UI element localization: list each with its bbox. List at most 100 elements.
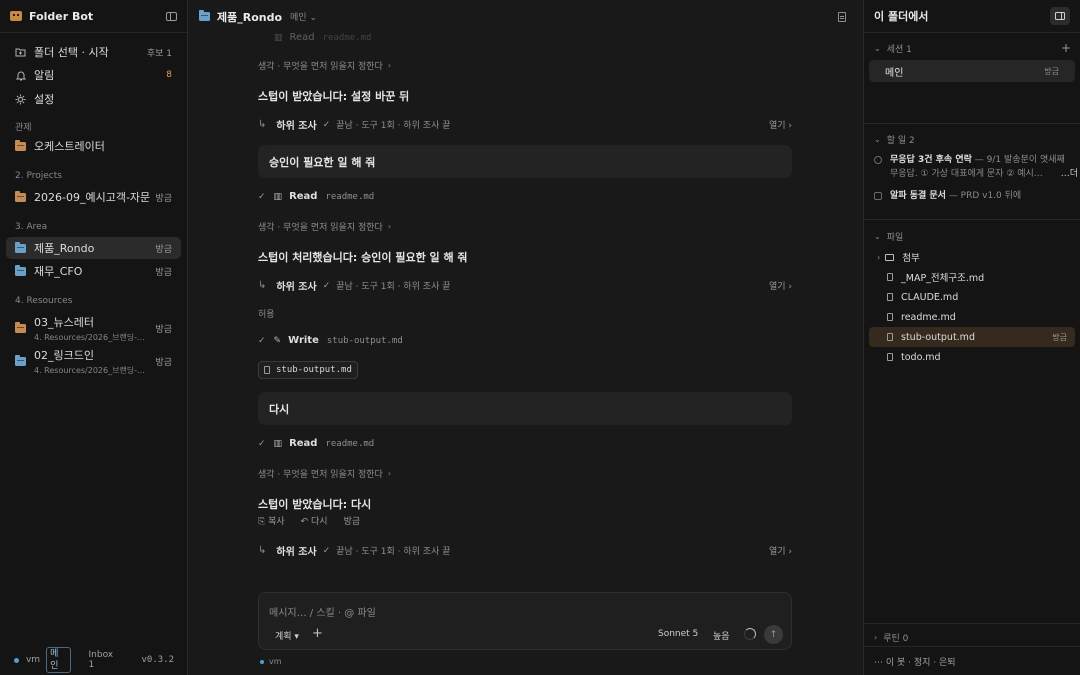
pencil-icon: ✎ bbox=[273, 335, 282, 346]
todo-more-link[interactable]: …더 bbox=[1058, 167, 1078, 181]
file-row[interactable]: todo.md bbox=[869, 347, 1075, 367]
section-resources: 4. Resources bbox=[15, 296, 73, 306]
file-row[interactable]: CLAUDE.md bbox=[869, 287, 1075, 307]
send-button[interactable]: ↑ bbox=[764, 625, 783, 644]
subtask-detail: 끝남 · 도구 1회 · 하위 조사 끝 bbox=[336, 547, 451, 557]
file-label: todo.md bbox=[901, 351, 941, 363]
folder-plus-icon bbox=[15, 47, 26, 58]
sessions-label: 세션 1 bbox=[886, 44, 912, 55]
file-row-active[interactable]: stub-output.md 방금 bbox=[869, 327, 1075, 347]
chevron-right-icon: › bbox=[877, 252, 881, 262]
thinking-text: 생각 · 무엇을 먼저 읽을지 정한다 bbox=[258, 470, 383, 480]
chevron-right-icon: › bbox=[387, 61, 392, 70]
subtask-row[interactable]: ↳ 하위 조사 ✓ 끝남 · 도구 1회 · 하위 조사 끝 열기 › bbox=[258, 278, 792, 293]
branch-tag[interactable]: 메인 bbox=[46, 647, 71, 673]
subtask-row[interactable]: ↳ 하위 조사 ✓ 끝남 · 도구 1회 · 하위 조사 끝 열기 › bbox=[258, 543, 792, 558]
file-time: 방금 bbox=[1052, 332, 1067, 342]
sidebar-item-label: 설정 bbox=[34, 93, 55, 106]
sidebar-item-label: 2026-09_예시고객-자문 bbox=[34, 191, 151, 204]
file-row[interactable]: _MAP_전체구조.md bbox=[869, 267, 1075, 287]
retry-label: 다시 bbox=[311, 517, 328, 527]
todo-checkbox[interactable] bbox=[874, 192, 882, 200]
bot-actions-footer[interactable]: ⋯ 이 봇 · 정지 · 은퇴 bbox=[864, 646, 1080, 675]
sidebar-item-label: 03_뉴스레터 bbox=[34, 315, 94, 329]
sidebar-item-cfo[interactable]: 재무_CFO 방금 bbox=[6, 260, 181, 282]
sidebar-item-project[interactable]: 2026-09_예시고객-자문 방금 bbox=[6, 186, 181, 208]
message-input[interactable]: 메시지… / 스킬 · @ 파일 bbox=[269, 604, 376, 619]
todos-header[interactable]: ⌄ 할 일 2 bbox=[864, 131, 1080, 147]
routines-header[interactable]: › 루틴 0 bbox=[864, 629, 1080, 645]
panel-toggle-button[interactable] bbox=[1050, 7, 1070, 25]
model-selector[interactable]: Sonnet 5 bbox=[658, 629, 698, 639]
check-icon: ✓ bbox=[258, 191, 266, 202]
todo-checkbox[interactable] bbox=[874, 156, 882, 164]
divider bbox=[864, 623, 1080, 624]
session-time: 방금 bbox=[1044, 66, 1059, 76]
tool-name: Write bbox=[288, 335, 319, 346]
folder-icon bbox=[885, 253, 895, 261]
file-row[interactable]: readme.md bbox=[869, 307, 1075, 327]
tool-row-read[interactable]: ✓ ▥ Read readme.md bbox=[258, 438, 792, 449]
folder-label: 첨부 bbox=[902, 253, 920, 264]
sessions-header[interactable]: ⌄ 세션 1 + bbox=[864, 40, 1080, 56]
host-name: vm bbox=[25, 655, 41, 665]
sidebar-item-notifications[interactable]: 알림 8 bbox=[6, 64, 181, 86]
folder-icon bbox=[15, 139, 26, 151]
open-link[interactable]: 열기 › bbox=[769, 279, 792, 292]
sidebar-item-rondo[interactable]: 제품_Rondo 방금 bbox=[6, 237, 181, 259]
section-manage: 관제 bbox=[15, 123, 32, 133]
divider bbox=[864, 219, 1080, 220]
return-arrow-icon: ↳ bbox=[258, 119, 267, 130]
add-attachment-button[interactable]: + bbox=[312, 626, 323, 641]
thinking-row[interactable]: 생각 · 무엇을 먼저 읽을지 정한다 › bbox=[258, 220, 792, 233]
inbox-link[interactable]: Inbox 1 bbox=[89, 650, 122, 670]
file-icon bbox=[887, 293, 893, 301]
sidebar-toggle-icon[interactable] bbox=[166, 11, 177, 21]
copy-button[interactable]: ⎘ 복사 bbox=[258, 514, 293, 527]
file-icon bbox=[887, 313, 893, 321]
return-arrow-icon: ↳ bbox=[258, 545, 267, 556]
todo-desc: — PRD v1.0 뒤에 bbox=[945, 191, 1022, 201]
subtask-row[interactable]: ↳ 하위 조사 ✓ 끝남 · 도구 1회 · 하위 조사 끝 열기 › bbox=[258, 117, 792, 132]
section-projects: 2. Projects bbox=[15, 171, 62, 181]
check-icon: ✓ bbox=[258, 438, 266, 449]
check-icon: ✓ bbox=[258, 335, 266, 346]
gear-icon bbox=[15, 94, 26, 105]
plan-mode-dropdown[interactable]: 계획 ▾ bbox=[275, 629, 299, 642]
folder-icon bbox=[15, 321, 26, 333]
sidebar-item-select-folder[interactable]: 폴더 선택 · 시작 후보 1 bbox=[6, 41, 181, 63]
effort-selector[interactable]: 높음 bbox=[713, 629, 730, 642]
folder-row-attachments[interactable]: › 첨부 bbox=[869, 247, 1075, 267]
message-composer[interactable]: 메시지… / 스킬 · @ 파일 계획 ▾ + Sonnet 5 높음 ↑ bbox=[258, 592, 792, 650]
sidebar-item-linkedin[interactable]: 02_링크드인 4. Resources/2026_브랜딩-... 방금 bbox=[6, 346, 181, 376]
todo-item[interactable]: 무응답 3건 후속 연락 — 9/1 발송분이 엿새째 무응답. ① 가상 대표… bbox=[874, 153, 1078, 181]
assistant-message: 스텁이 처리했습니다: 승인이 필요한 일 해 줘 bbox=[258, 251, 468, 264]
book-icon: ▥ bbox=[273, 191, 283, 202]
sidebar-item-newsletter[interactable]: 03_뉴스레터 4. Resources/2026_브랜딩-... 방금 bbox=[6, 313, 181, 343]
chat-main: 제품_Rondo 메인 ⌄ ▥ Read readme.md 생각 · 무엇을 … bbox=[188, 0, 863, 675]
thinking-row[interactable]: 생각 · 무엇을 먼저 읽을지 정한다 › bbox=[258, 467, 792, 480]
sidebar-item-label: 오케스트레이터 bbox=[34, 140, 105, 153]
subtask-label: 하위 조사 bbox=[276, 547, 317, 558]
tool-row-write[interactable]: ✓ ✎ Write stub-output.md bbox=[258, 335, 792, 346]
file-chip[interactable]: stub-output.md bbox=[258, 361, 358, 379]
assistant-message: 스텁이 받았습니다: 다시 bbox=[258, 498, 372, 511]
assistant-message: 스텁이 받았습니다: 설정 바꾼 뒤 bbox=[258, 90, 410, 103]
thinking-row[interactable]: 생각 · 무엇을 먼저 읽을지 정한다 › bbox=[258, 59, 792, 72]
tool-row-read[interactable]: ✓ ▥ Read readme.md bbox=[258, 191, 792, 202]
folder-icon bbox=[15, 354, 26, 366]
add-session-button[interactable]: + bbox=[1061, 41, 1071, 55]
bot-logo-icon bbox=[10, 11, 22, 21]
todo-item[interactable]: 알파 동결 문서 — PRD v1.0 뒤에 bbox=[874, 189, 1074, 203]
open-link[interactable]: 열기 › bbox=[769, 544, 792, 557]
file-label: readme.md bbox=[901, 311, 956, 323]
sidebar-item-settings[interactable]: 설정 bbox=[6, 88, 181, 110]
loading-spinner-icon bbox=[744, 628, 756, 640]
files-header[interactable]: ⌄ 파일 bbox=[864, 228, 1080, 244]
document-icon[interactable] bbox=[838, 12, 846, 22]
open-link[interactable]: 열기 › bbox=[769, 118, 792, 131]
session-item[interactable]: 메인 방금 bbox=[869, 60, 1075, 82]
thinking-text: 생각 · 무엇을 먼저 읽을지 정한다 bbox=[258, 223, 383, 233]
sidebar-item-orchestrator[interactable]: 오케스트레이터 bbox=[6, 135, 181, 157]
retry-button[interactable]: ↶ 다시 bbox=[301, 514, 336, 527]
